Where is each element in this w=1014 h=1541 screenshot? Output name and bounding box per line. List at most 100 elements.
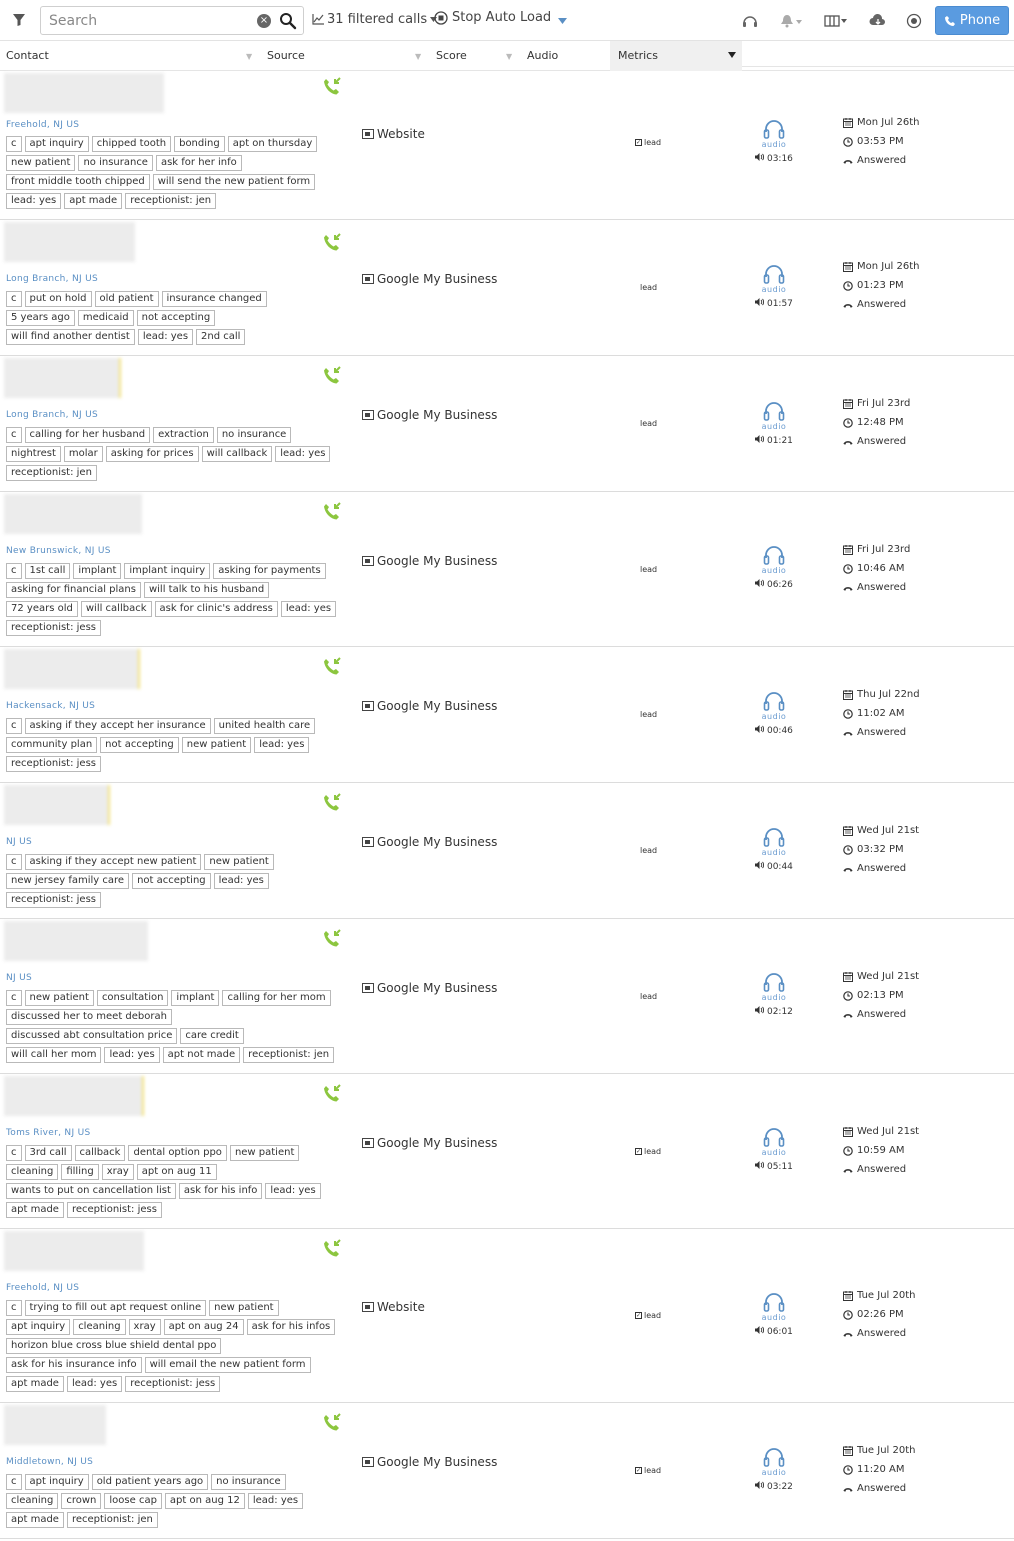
tag[interactable]: lead: yes [275, 446, 331, 462]
tag[interactable]: medicaid [77, 310, 134, 326]
tag[interactable]: no insurance [78, 155, 153, 171]
tag[interactable]: receptionist: jess [6, 620, 102, 636]
headphones-icon[interactable] [762, 263, 786, 285]
tag[interactable]: xray [128, 1319, 161, 1335]
tag[interactable]: put on hold [24, 291, 92, 307]
tag[interactable]: calling for her mom [222, 990, 331, 1006]
tag[interactable]: lead: yes [213, 873, 269, 889]
tag[interactable]: apt made [6, 1512, 64, 1528]
tag[interactable]: filling [61, 1164, 99, 1180]
tag[interactable]: old patient [94, 291, 159, 307]
search-input[interactable] [49, 11, 249, 31]
tag[interactable]: calling for her husband [24, 427, 151, 443]
call-row[interactable]: Freehold, NJ US c apt inquiry chipped tooth… [0, 71, 1014, 220]
tag[interactable]: lead: yes [137, 329, 194, 345]
tag[interactable]: lead: yes [6, 193, 62, 209]
headphones-icon[interactable] [762, 544, 786, 566]
tag[interactable]: c [6, 427, 22, 443]
tag[interactable]: not accepting [132, 873, 211, 889]
tag[interactable]: discussed abt consultation price [6, 1028, 178, 1044]
tag[interactable]: will send the new patient form [152, 174, 316, 190]
tag[interactable]: c [6, 136, 22, 152]
tag[interactable]: receptionist: jen [66, 1512, 158, 1528]
tag[interactable]: care credit [180, 1028, 244, 1044]
tag[interactable]: ask for his insurance info [6, 1357, 142, 1373]
tag[interactable]: c [6, 291, 22, 307]
tag[interactable]: ask for his infos [246, 1319, 336, 1335]
tag[interactable]: receptionist: jen [125, 193, 217, 209]
tag[interactable]: discussed her to meet deborah [6, 1009, 172, 1025]
clear-search-icon[interactable]: × [257, 14, 271, 28]
tag[interactable]: apt made [6, 1376, 64, 1392]
filter-icon[interactable] [8, 10, 30, 30]
tag[interactable]: c [6, 1300, 22, 1316]
stop-auto-load-button[interactable]: Stop Auto Load [434, 10, 551, 25]
tag[interactable]: c [6, 1474, 22, 1490]
tag[interactable]: consultation [96, 990, 169, 1006]
headphones-icon[interactable] [762, 826, 786, 848]
contact-name-redacted[interactable] [4, 358, 121, 398]
tag[interactable]: molar [63, 446, 103, 462]
sort-icon[interactable]: ▼ [246, 52, 252, 61]
tag[interactable]: receptionist: jess [66, 1202, 162, 1218]
tag[interactable]: apt on aug 12 [164, 1493, 245, 1509]
audio-label[interactable]: audio [752, 1468, 796, 1477]
headphones-icon[interactable] [762, 690, 786, 712]
contact-name-redacted[interactable] [4, 1231, 144, 1271]
audio-label[interactable]: audio [752, 422, 796, 431]
bell-icon[interactable] [778, 12, 804, 30]
contact-name-redacted[interactable] [4, 1405, 106, 1445]
audio-label[interactable]: audio [752, 566, 796, 575]
audio-label[interactable]: audio [752, 1313, 796, 1322]
headphones-icon[interactable] [762, 118, 786, 140]
audio-player[interactable]: audio 00:44 [752, 826, 796, 872]
headphones-icon[interactable] [762, 971, 786, 993]
tag[interactable]: will callback [80, 601, 152, 617]
tag[interactable]: 2nd call [196, 329, 246, 345]
tag[interactable]: asking for prices [105, 446, 199, 462]
tag[interactable]: front middle tooth chipped [6, 174, 150, 190]
filtered-calls-dropdown[interactable]: 31 filtered calls [312, 12, 438, 27]
tag[interactable]: new patient [229, 1145, 300, 1161]
tag[interactable]: insurance changed [161, 291, 267, 307]
call-row[interactable]: NJ US c new patient consultation implant call… [0, 919, 1014, 1074]
tag[interactable]: united health care [213, 718, 316, 734]
tag[interactable]: apt made [64, 193, 123, 209]
audio-player[interactable]: audio 05:11 [752, 1126, 796, 1172]
tag[interactable]: implant inquiry [124, 563, 211, 579]
tag[interactable]: lead: yes [104, 1047, 160, 1063]
tag[interactable]: new patient [6, 155, 76, 171]
audio-player[interactable]: audio 03:16 [752, 118, 796, 164]
tag[interactable]: c [6, 990, 22, 1006]
tag[interactable]: old patient years ago [91, 1474, 209, 1490]
call-row[interactable]: Toms River, NJ US c 3rd call callback dental… [0, 1074, 1014, 1229]
tag[interactable]: asking for financial plans [6, 582, 141, 598]
tag[interactable]: apt inquiry [24, 1474, 89, 1490]
tag[interactable]: new jersey family care [6, 873, 130, 889]
tag[interactable]: nightrest [6, 446, 61, 462]
tag[interactable]: apt on aug 11 [136, 1164, 217, 1180]
column-header-audio[interactable]: Audio [527, 41, 558, 71]
call-row[interactable]: Hackensack, NJ US c asking if they accept … [0, 647, 1014, 783]
call-row[interactable]: Long Branch, NJ US c calling for her husba… [0, 356, 1014, 492]
tag[interactable]: callback [74, 1145, 126, 1161]
tag[interactable]: asking if they accept new patient [24, 854, 202, 870]
column-header-contact[interactable]: Contact [6, 41, 49, 71]
column-header-metrics-cell[interactable]: Metrics [610, 41, 742, 71]
column-header-score[interactable]: Score [436, 41, 467, 71]
tag[interactable]: receptionist: jess [125, 1376, 221, 1392]
tag[interactable]: will email the new patient form [144, 1357, 311, 1373]
tag[interactable]: apt not made [162, 1047, 241, 1063]
tag[interactable]: will callback [201, 446, 273, 462]
headphones-icon[interactable] [762, 1291, 786, 1313]
tag[interactable]: dental option ppo [128, 1145, 227, 1161]
tag[interactable]: receptionist: jen [6, 465, 97, 481]
column-header-source[interactable]: Source [267, 41, 305, 71]
tag[interactable]: bonding [174, 136, 225, 152]
headphones-icon[interactable] [762, 1126, 786, 1148]
tag[interactable]: receptionist: jess [6, 756, 102, 772]
tag[interactable]: new patient [24, 990, 94, 1006]
headphones-icon[interactable] [762, 400, 786, 422]
audio-player[interactable]: audio 06:01 [752, 1291, 796, 1337]
tag[interactable]: will call her mom [6, 1047, 102, 1063]
